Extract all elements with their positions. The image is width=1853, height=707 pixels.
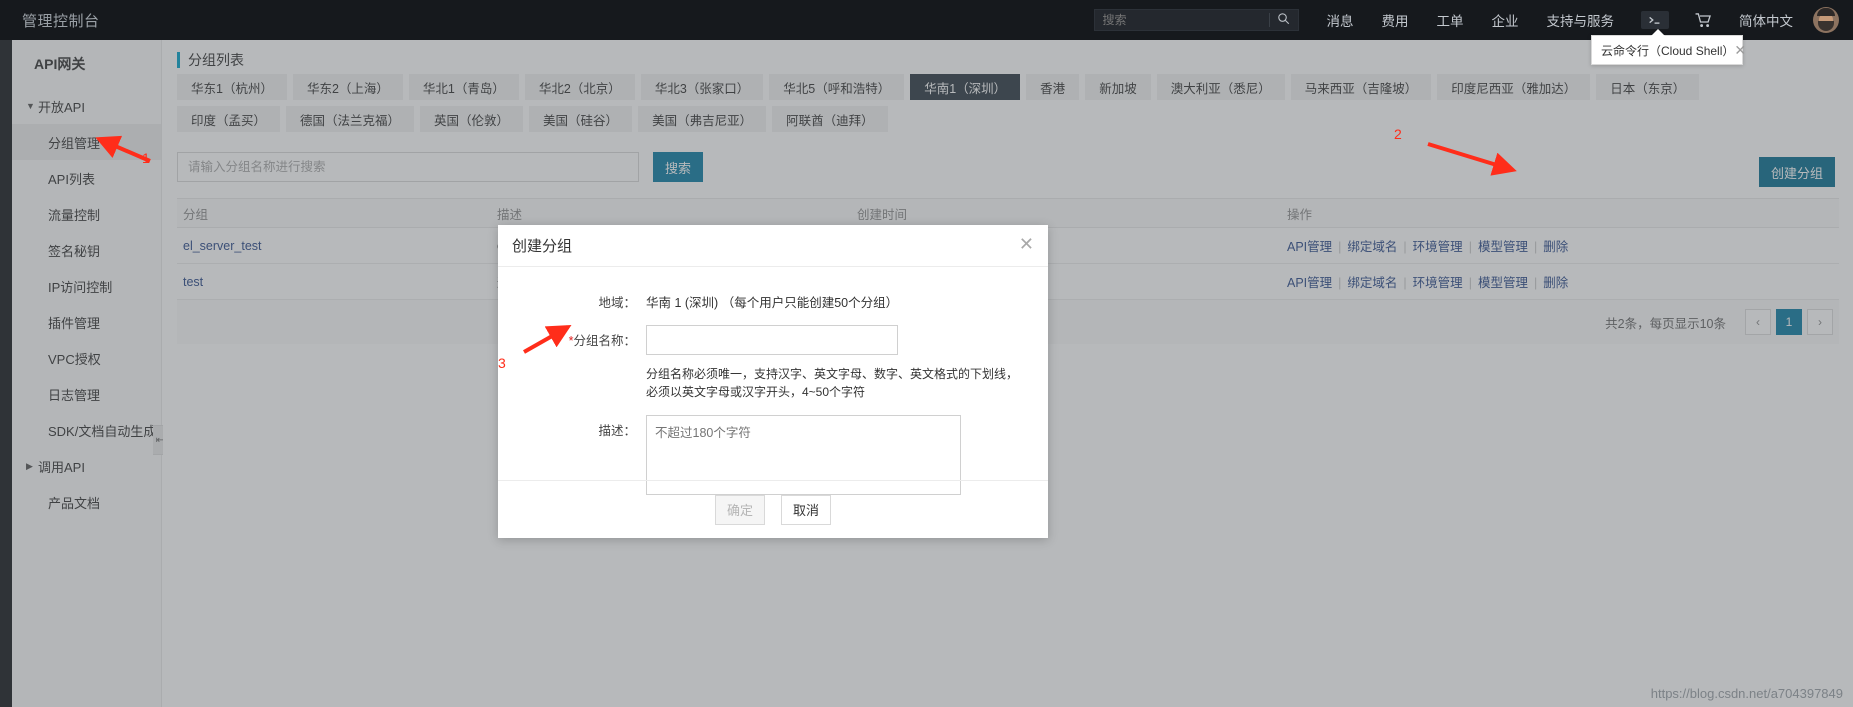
shopping-cart-icon[interactable] (1695, 12, 1712, 28)
console-brand[interactable]: 管理控制台 (22, 10, 100, 31)
nav-tickets[interactable]: 工单 (1437, 10, 1464, 30)
region-label: 地域： (598, 296, 636, 310)
terminal-icon[interactable] (1641, 11, 1669, 29)
close-icon[interactable]: ✕ (1734, 42, 1746, 59)
cloud-shell-tooltip: 云命令行（Cloud Shell） ✕ (1591, 29, 1746, 65)
annotation-number-3: 3 (498, 355, 506, 371)
field-region: 地域： 华南 1 (深圳) （每个用户只能创建50个分组） (498, 287, 1048, 311)
hint-spacer (498, 369, 646, 401)
search-icon[interactable] (1270, 12, 1298, 28)
nav-billing[interactable]: 费用 (1382, 10, 1409, 30)
close-icon[interactable]: ✕ (1019, 235, 1034, 253)
dialog-title: 创建分组 (512, 238, 573, 255)
region-value: 华南 1 (深圳) （每个用户只能创建50个分组） (646, 296, 899, 310)
annotation-number-1: 1 (142, 150, 150, 166)
avatar-beard (1818, 21, 1834, 31)
app-root: API网关 ▼ 开放API 分组管理 API列表 流量控制 签名秘钥 IP访问控… (0, 0, 1853, 707)
nav-messages[interactable]: 消息 (1327, 10, 1354, 30)
nav-language[interactable]: 简体中文 (1739, 10, 1793, 30)
avatar-hair (1817, 8, 1835, 16)
group-name-hint: 分组名称必须唯一，支持汉字、英文字母、数字、英文格式的下划线，必须以英文字母或汉… (646, 367, 1019, 399)
create-group-dialog: 创建分组 ✕ 地域： 华南 1 (深圳) （每个用户只能创建50个分组） *分组… (498, 225, 1048, 538)
annotation-arrow-3 (523, 325, 572, 354)
tooltip-arrow-icon (1651, 29, 1665, 36)
cloud-shell-tooltip-text: 云命令行（Cloud Shell） (1601, 43, 1735, 58)
dialog-body: 地域： 华南 1 (深圳) （每个用户只能创建50个分组） *分组名称： 分组名… (498, 267, 1048, 495)
global-search-input[interactable] (1094, 12, 1269, 28)
nav-enterprise[interactable]: 企业 (1492, 10, 1519, 30)
cancel-button[interactable]: 取消 (781, 494, 831, 525)
annotation-arrow-2 (1427, 142, 1517, 176)
dialog-header: 创建分组 ✕ (498, 225, 1048, 267)
confirm-button[interactable]: 确定 (715, 494, 765, 525)
global-search[interactable] (1093, 9, 1299, 31)
field-group-name-hint: 分组名称必须唯一，支持汉字、英文字母、数字、英文格式的下划线，必须以英文字母或汉… (498, 367, 1048, 401)
group-name-input[interactable] (646, 325, 898, 355)
dialog-footer: 确定 取消 (498, 480, 1048, 538)
field-group-name: *分组名称： (498, 325, 1048, 355)
top-navigation-bar: 管理控制台 消息 费用 工单 企业 支持与服务 简体 (0, 0, 1853, 40)
avatar[interactable] (1813, 7, 1839, 33)
annotation-number-2: 2 (1394, 126, 1402, 142)
group-name-label-text: 分组名称： (573, 334, 636, 348)
nav-support[interactable]: 支持与服务 (1547, 10, 1615, 30)
